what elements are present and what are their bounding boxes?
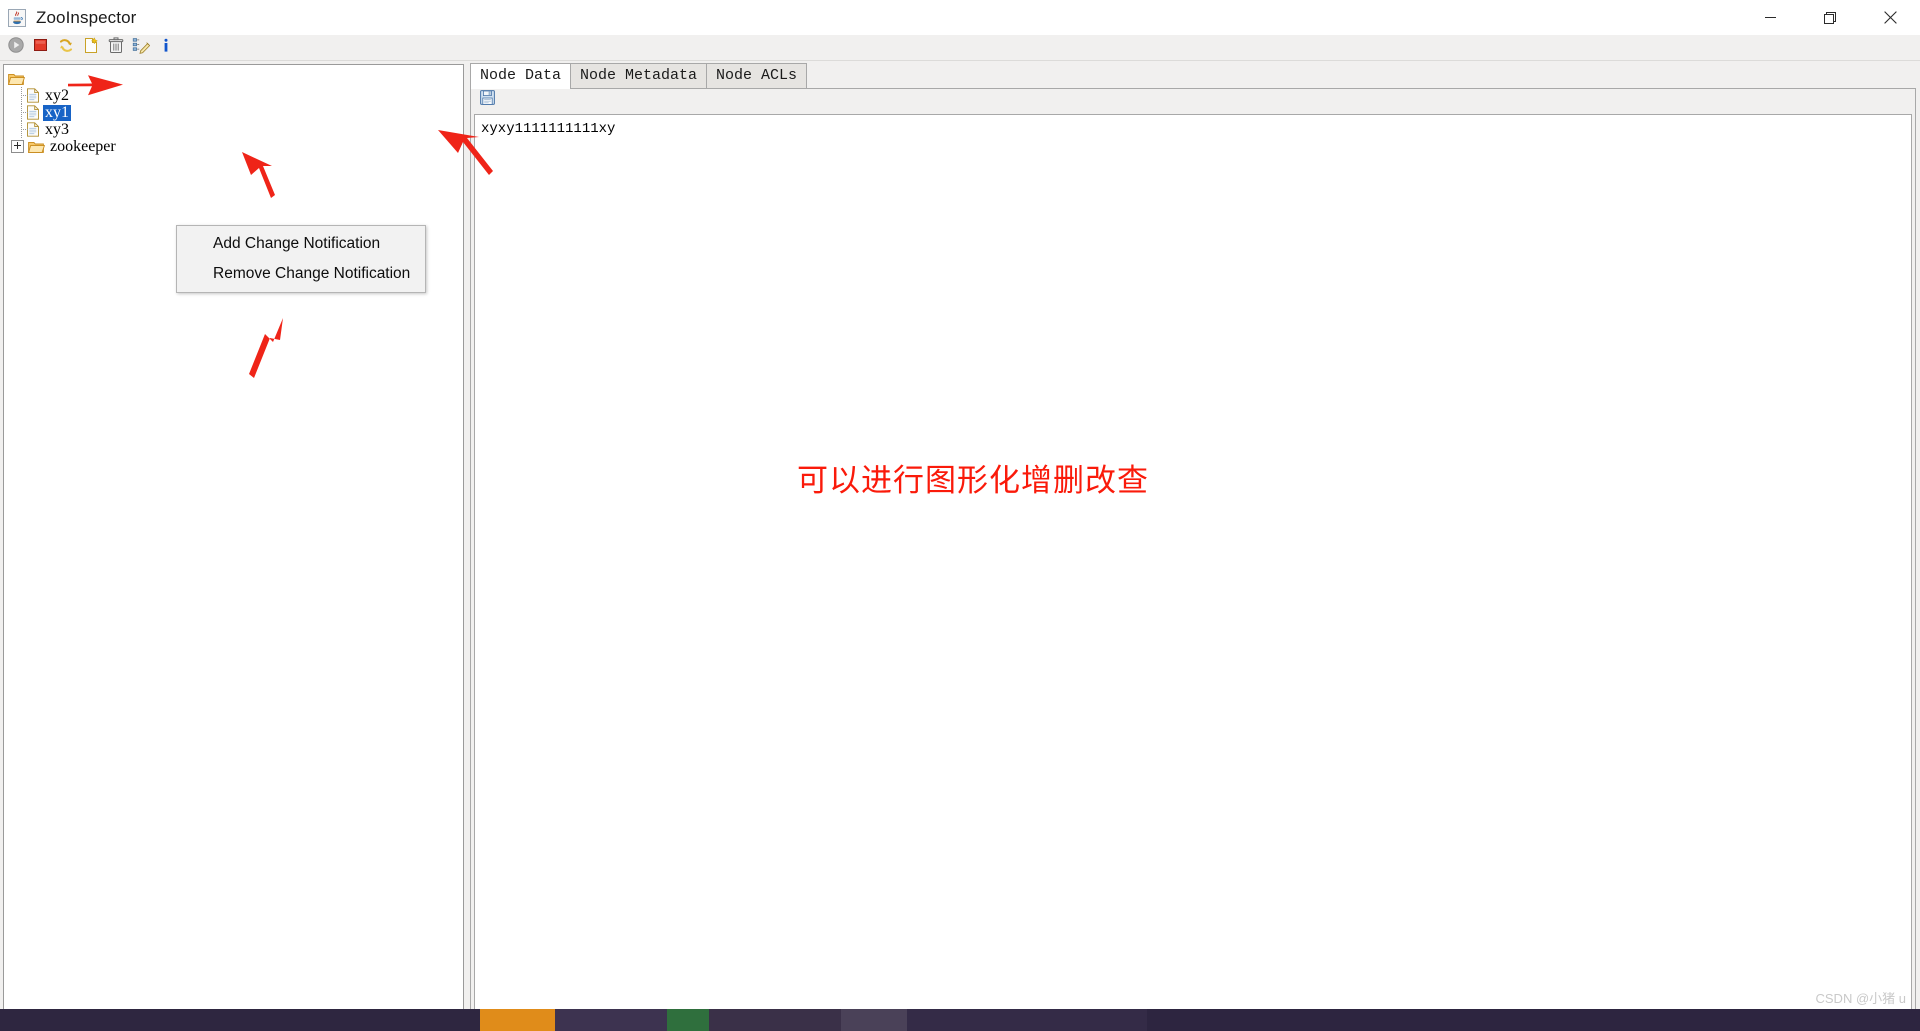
tab-node-data[interactable]: Node Data xyxy=(470,63,572,89)
closed-folder-icon xyxy=(28,140,45,154)
taskbar-segment xyxy=(0,1009,480,1031)
save-node-data-button[interactable] xyxy=(475,88,499,112)
tree-node-label[interactable]: zookeeper xyxy=(48,138,118,155)
taskbar-segment xyxy=(709,1009,841,1031)
play-circle-icon xyxy=(8,37,24,58)
connect-button[interactable] xyxy=(4,36,28,60)
taskbar-segment xyxy=(480,1009,555,1031)
refresh-arrows-icon xyxy=(57,37,75,59)
close-button[interactable] xyxy=(1860,0,1920,35)
stop-square-icon xyxy=(33,37,49,58)
window-titlebar: ZooInspector xyxy=(0,0,1920,36)
watermark-text: CSDN @小猪 u xyxy=(1815,991,1907,1006)
annotation-note-text: 可以进行图形化增删改查 xyxy=(797,463,1149,499)
node-detail-tabs: Node Data Node Metadata Node ACLs xyxy=(470,63,808,89)
disconnect-button[interactable] xyxy=(29,36,53,60)
node-tree-panel[interactable]: xy2 xy1 xy3 zookeeper xyxy=(3,64,464,1022)
info-i-icon xyxy=(161,37,171,59)
zooinspector-window: ZooInspector xy2 xy1 xy3 zookeeper Node … xyxy=(0,0,1920,1031)
expand-zookeeper-toggle[interactable] xyxy=(11,140,24,153)
delete-node-button[interactable] xyxy=(104,36,128,60)
tree-node-label[interactable]: xy3 xyxy=(43,121,71,138)
node-data-toolbar xyxy=(471,89,1915,111)
tree-row-xy3[interactable]: xy3 xyxy=(4,121,463,138)
open-folder-icon xyxy=(8,72,25,86)
node-data-content: xyxy1111111111xy xyxy=(481,121,616,137)
window-controls xyxy=(1740,0,1920,35)
edit-node-button[interactable] xyxy=(129,36,153,60)
taskbar-segment xyxy=(555,1009,667,1031)
minimize-button[interactable] xyxy=(1740,0,1800,35)
edit-tree-pencil-icon xyxy=(132,37,151,59)
tree-row-zookeeper[interactable]: zookeeper xyxy=(4,138,463,155)
menu-item-add-change-notification[interactable]: Add Change Notification xyxy=(177,229,425,259)
taskbar-segment xyxy=(1147,1009,1920,1031)
os-taskbar-strip xyxy=(0,1009,1920,1031)
node-data-tab-body: xyxy1111111111xy xyxy=(470,88,1916,1025)
tree-indent xyxy=(8,121,29,138)
taskbar-segment xyxy=(667,1009,709,1031)
node-data-textarea[interactable]: xyxy1111111111xy xyxy=(474,114,1912,1020)
tree-indent xyxy=(8,104,29,121)
tab-node-acls[interactable]: Node ACLs xyxy=(706,63,808,89)
menu-item-remove-change-notification[interactable]: Remove Change Notification xyxy=(177,259,425,289)
main-split-pane: xy2 xy1 xy3 zookeeper Node Data Node Met… xyxy=(0,61,1920,1031)
tree-row-xy1[interactable]: xy1 xyxy=(4,104,463,121)
change-notification-context-menu[interactable]: Add Change Notification Remove Change No… xyxy=(176,225,426,293)
tree-row-xy2[interactable]: xy2 xyxy=(4,87,463,104)
tab-node-metadata[interactable]: Node Metadata xyxy=(570,63,708,89)
taskbar-segment xyxy=(841,1009,907,1031)
node-detail-panel: Node Data Node Metadata Node ACLs xyxy11… xyxy=(468,61,1918,1027)
tree-row-root[interactable] xyxy=(4,70,463,87)
floppy-disk-save-icon xyxy=(479,90,495,110)
maximize-button[interactable] xyxy=(1800,0,1860,35)
tree-guide-elbow xyxy=(21,95,29,96)
taskbar-segment xyxy=(907,1009,1147,1031)
tree-node-label[interactable]: xy2 xyxy=(43,87,71,104)
about-button[interactable] xyxy=(154,36,178,60)
add-node-button[interactable] xyxy=(79,36,103,60)
trash-can-icon xyxy=(108,36,124,59)
refresh-button[interactable] xyxy=(54,36,78,60)
node-tree: xy2 xy1 xy3 zookeeper xyxy=(4,65,463,155)
tree-guide-elbow xyxy=(21,112,29,113)
main-toolbar xyxy=(0,35,1920,61)
java-coffee-cup-icon xyxy=(7,8,27,28)
new-document-icon xyxy=(83,36,100,59)
tree-indent xyxy=(8,87,29,104)
tree-node-label-selected[interactable]: xy1 xyxy=(43,104,71,121)
tree-guide-elbow xyxy=(21,129,29,130)
window-title: ZooInspector xyxy=(36,7,137,27)
